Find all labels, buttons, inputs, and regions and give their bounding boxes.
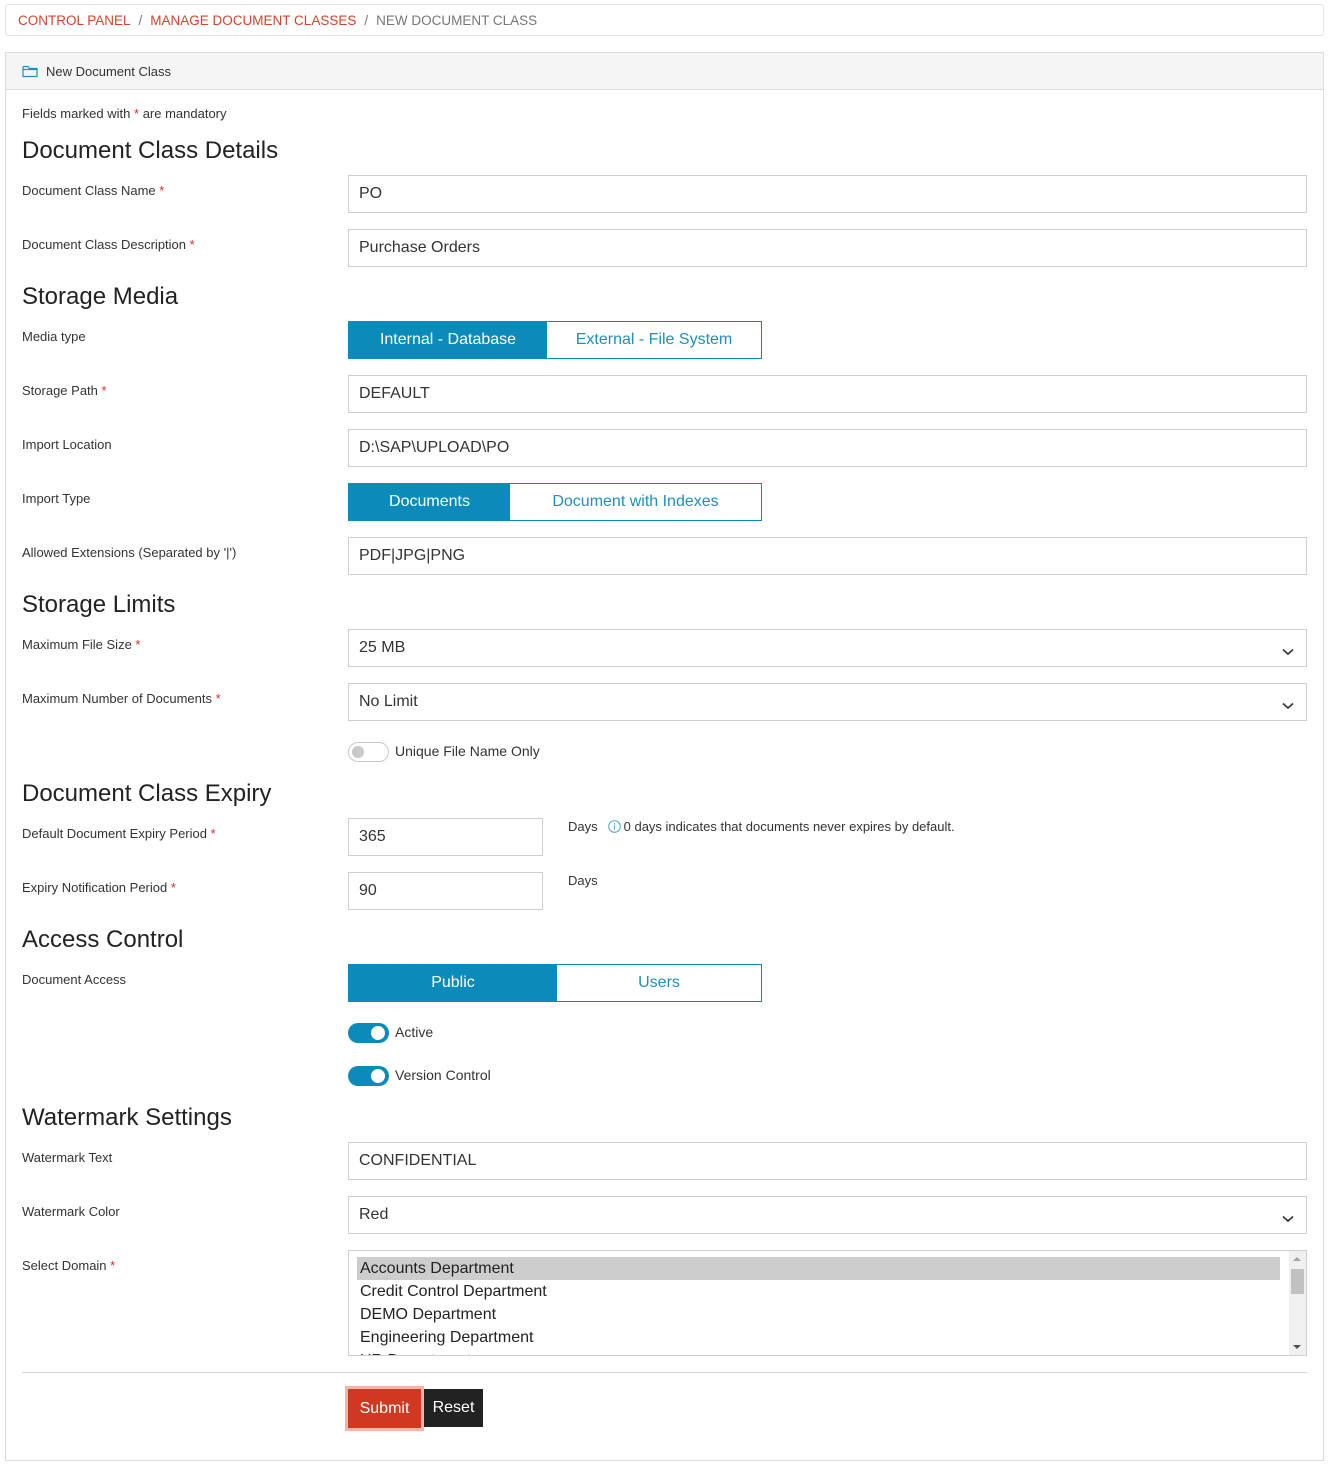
mandatory-note-prefix: Fields marked with [22,106,131,121]
watermark-text-label: Watermark Text [22,1150,113,1165]
active-label: Active [395,1024,434,1040]
section-title-storage-limits: Storage Limits [22,591,176,618]
class-description-label: Document Class Description * [22,237,195,252]
notification-period-unit: Days [568,873,598,888]
required-star: * [134,106,140,121]
section-title-expiry: Document Class Expiry [22,780,272,807]
import-type-document-with-indexes[interactable]: Document with Indexes [510,484,761,520]
max-documents-label: Maximum Number of Documents * [22,691,221,706]
chevron-down-icon [1282,697,1294,715]
class-description-input[interactable]: Purchase Orders [348,229,1307,267]
max-file-size-value: 25 MB [359,639,406,656]
section-title-access-control: Access Control [22,926,184,953]
breadcrumb-manage-document-classes[interactable]: MANAGE DOCUMENT CLASSES [150,13,356,28]
reset-button[interactable]: Reset [424,1389,483,1427]
notification-period-input[interactable]: 90 [348,872,543,910]
submit-button[interactable]: Submit [345,1386,424,1431]
mandatory-note-suffix: are mandatory [142,106,227,121]
expiry-period-label: Default Document Expiry Period * [22,826,216,841]
breadcrumb-control-panel[interactable]: CONTROL PANEL [18,13,131,28]
import-type-toggle: Documents Document with Indexes [348,483,762,521]
media-type-toggle: Internal - Database External - File Syst… [348,321,762,359]
watermark-text-input[interactable]: CONFIDENTIAL [348,1142,1307,1180]
storage-path-label: Storage Path * [22,383,107,398]
media-type-internal-database[interactable]: Internal - Database [349,322,547,358]
listbox-scrollbar[interactable] [1289,1251,1306,1355]
card-title: New Document Class [46,63,171,79]
allowed-extensions-input[interactable]: PDF|JPG|PNG [348,537,1307,575]
unique-file-name-toggle[interactable] [348,742,389,762]
scroll-up-arrow-icon[interactable] [1293,1257,1301,1261]
domain-option[interactable]: HR Department [349,1349,1306,1355]
watermark-color-select[interactable]: Red [348,1196,1307,1234]
domain-option[interactable]: DEMO Department [349,1303,1306,1326]
expiry-info-text: 0 days indicates that documents never ex… [623,819,955,834]
max-file-size-select[interactable]: 25 MB [348,629,1307,667]
chevron-down-icon [1282,643,1294,661]
form-divider [22,1372,1307,1373]
card-header: New Document Class [6,53,1323,90]
document-access-toggle: Public Users [348,964,762,1002]
import-location-input[interactable]: D:\SAP\UPLOAD\PO [348,429,1307,467]
unique-file-name-label: Unique File Name Only [395,743,540,759]
select-domain-listbox[interactable]: Accounts Department Credit Control Depar… [348,1250,1307,1356]
import-type-label: Import Type [22,491,91,506]
select-domain-label: Select Domain * [22,1258,116,1273]
mandatory-note: Fields marked with * are mandatory [22,106,227,121]
domain-option[interactable]: Engineering Department [349,1326,1306,1349]
class-name-input[interactable]: PO [348,175,1307,213]
version-control-label: Version Control [395,1067,491,1083]
class-name-label: Document Class Name * [22,183,165,198]
section-title-storage-media: Storage Media [22,283,179,310]
media-type-label: Media type [22,329,86,344]
import-type-documents[interactable]: Documents [349,484,510,520]
breadcrumb-separator: / [364,12,369,28]
storage-path-input[interactable]: DEFAULT [348,375,1307,413]
max-file-size-label: Maximum File Size * [22,637,141,652]
watermark-color-value: Red [359,1206,389,1223]
max-documents-value: No Limit [359,693,418,710]
breadcrumb-separator: / [138,12,143,28]
expiry-period-input[interactable]: 365 [348,818,543,856]
expiry-period-unit: Days 0 days indicates that documents neve… [568,819,955,836]
breadcrumb-current: NEW DOCUMENT CLASS [376,12,538,28]
document-access-public[interactable]: Public [349,965,557,1001]
section-title-watermark: Watermark Settings [22,1104,232,1131]
active-toggle[interactable] [348,1023,389,1043]
import-location-label: Import Location [22,437,112,452]
chevron-down-icon [1282,1210,1294,1228]
folder-icon [22,65,38,78]
scrollbar-thumb[interactable] [1291,1269,1304,1294]
domain-option[interactable]: Accounts Department [357,1257,1280,1280]
notification-period-label: Expiry Notification Period * [22,880,176,895]
watermark-color-label: Watermark Color [22,1204,120,1219]
allowed-extensions-label: Allowed Extensions (Separated by '|') [22,545,237,560]
document-access-label: Document Access [22,972,127,987]
media-type-external-file-system[interactable]: External - File System [547,322,761,358]
section-title-details: Document Class Details [22,137,279,164]
scroll-down-arrow-icon[interactable] [1293,1345,1301,1349]
max-documents-select[interactable]: No Limit [348,683,1307,721]
domain-option[interactable]: Credit Control Department [349,1280,1306,1303]
breadcrumb: CONTROL PANEL / MANAGE DOCUMENT CLASSES … [5,4,1324,36]
submit-button-label: Submit [348,1389,421,1428]
info-icon [607,820,621,836]
version-control-toggle[interactable] [348,1066,389,1086]
document-access-users[interactable]: Users [557,965,761,1001]
